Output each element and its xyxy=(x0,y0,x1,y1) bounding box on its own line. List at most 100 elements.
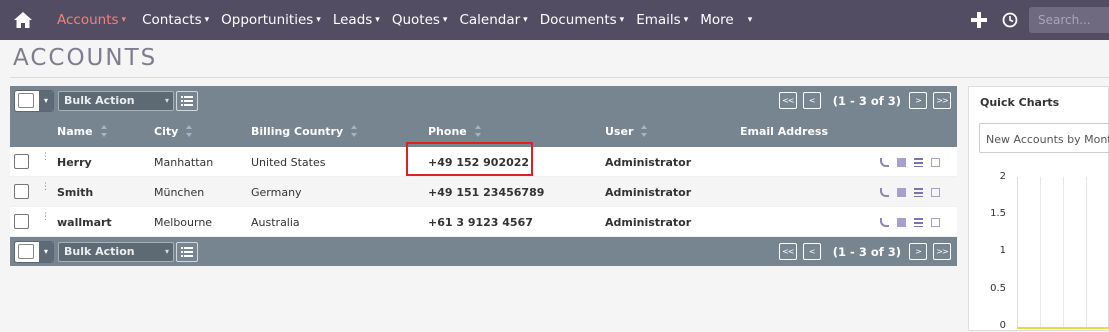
select-all-checkbox[interactable] xyxy=(18,93,34,108)
sort-icon[interactable] xyxy=(641,125,648,137)
nav-right: Search... xyxy=(971,0,1109,40)
account-name-link[interactable]: wallmart xyxy=(57,207,112,237)
grid-line xyxy=(1086,177,1087,327)
column-chooser-button[interactable] xyxy=(176,90,198,111)
city-cell: Manhattan xyxy=(154,155,214,169)
column-header-city[interactable]: City xyxy=(154,115,193,147)
row-actions-grip-icon[interactable]: ⋮ xyxy=(41,213,50,227)
task-list-icon[interactable] xyxy=(914,187,923,197)
divider xyxy=(10,77,1109,78)
last-page-button[interactable]: >> xyxy=(933,92,951,109)
first-page-button[interactable]: << xyxy=(778,92,797,109)
phone-link[interactable]: +61 3 9123 4567 xyxy=(428,207,533,237)
chevron-down-icon[interactable]: ▾ xyxy=(39,90,53,111)
account-name-link[interactable]: Smith xyxy=(57,177,93,207)
chart-series-line xyxy=(1017,327,1109,329)
account-name-link[interactable]: Herry xyxy=(57,147,92,177)
sort-icon[interactable] xyxy=(351,125,358,137)
nav-opportunities[interactable]: Opportunities ▾ xyxy=(215,0,327,40)
city-cell: Melbourne xyxy=(154,215,213,229)
nav-label: Leads xyxy=(332,12,373,28)
country-cell: Germany xyxy=(251,185,302,199)
phone-icon[interactable] xyxy=(880,217,889,227)
calendar-icon[interactable] xyxy=(897,187,906,197)
select-all-dropdown[interactable]: ▾ xyxy=(14,89,54,112)
first-page-button[interactable]: << xyxy=(778,243,797,260)
column-header-name[interactable]: Name xyxy=(57,115,108,147)
caret-down-icon: ▾ xyxy=(164,96,169,105)
quick-chart: 2 1.5 1 0.5 0 xyxy=(969,167,1109,332)
calendar-icon[interactable] xyxy=(897,157,906,167)
country-cell: United States xyxy=(251,155,326,169)
row-checkbox[interactable] xyxy=(14,154,29,169)
nav-emails[interactable]: Emails ▾ xyxy=(630,0,694,40)
column-header-billing-country[interactable]: Billing Country xyxy=(251,115,358,147)
chart-plot-area xyxy=(1017,177,1109,327)
nav-leads[interactable]: Leads ▾ xyxy=(327,0,386,40)
chevron-down-icon[interactable]: ▾ xyxy=(39,241,53,262)
select-all-checkbox[interactable] xyxy=(18,244,34,259)
home-icon[interactable] xyxy=(0,0,46,40)
y-tick-label: 1 xyxy=(999,245,1006,256)
nav-documents[interactable]: Documents ▾ xyxy=(534,0,631,40)
sort-icon[interactable] xyxy=(474,125,482,137)
select-all-dropdown[interactable]: ▾ xyxy=(14,240,54,263)
prev-page-button[interactable]: < xyxy=(802,92,821,109)
chart-select[interactable]: New Accounts by Month xyxy=(979,123,1109,153)
next-page-button[interactable]: > xyxy=(909,243,927,260)
history-icon[interactable] xyxy=(1001,11,1019,29)
user-link[interactable]: Administrator xyxy=(605,207,691,237)
row-actions-grip-icon[interactable]: ⋮ xyxy=(41,153,50,167)
grid-line xyxy=(1040,177,1041,327)
nav-accounts[interactable]: Accounts ▾ xyxy=(51,0,132,40)
user-link[interactable]: Administrator xyxy=(605,147,691,177)
caret-down-icon: ▾ xyxy=(121,15,127,25)
list-icon xyxy=(181,95,193,106)
create-plus-icon[interactable] xyxy=(971,12,987,28)
caret-down-icon: ▾ xyxy=(164,247,169,256)
nav-contacts[interactable]: Contacts ▾ xyxy=(136,0,215,40)
caret-down-icon: ▾ xyxy=(375,15,380,25)
caret-down-icon: ▾ xyxy=(523,15,528,25)
task-list-icon[interactable] xyxy=(914,157,923,167)
prev-page-button[interactable]: < xyxy=(802,243,821,260)
column-header-user[interactable]: User xyxy=(605,115,648,147)
bulk-action-button[interactable]: Bulk Action ▾ xyxy=(58,90,174,111)
phone-icon[interactable] xyxy=(880,157,889,167)
pagination: << < (1 - 3 of 3) > >> xyxy=(773,237,951,266)
row-actions-grip-icon[interactable]: ⋮ xyxy=(41,183,50,197)
caret-down-icon: ▾ xyxy=(683,15,689,25)
nav-label: Contacts xyxy=(142,12,202,28)
nav-quotes[interactable]: Quotes ▾ xyxy=(386,0,454,40)
last-page-button[interactable]: >> xyxy=(933,243,951,260)
row-checkbox[interactable] xyxy=(14,214,29,229)
calendar-icon[interactable] xyxy=(897,217,906,227)
page-title: ACCOUNTS xyxy=(13,45,158,71)
nav-label: Accounts xyxy=(57,12,119,28)
next-page-button[interactable]: > xyxy=(909,92,927,109)
email-icon[interactable] xyxy=(931,187,940,197)
table-row: ⋮ wallmart Melbourne Australia +61 3 912… xyxy=(10,207,957,237)
email-icon[interactable] xyxy=(931,157,940,167)
phone-icon[interactable] xyxy=(880,187,889,197)
task-list-icon[interactable] xyxy=(914,217,923,227)
bulk-action-label: Bulk Action xyxy=(64,94,135,107)
column-chooser-button[interactable] xyxy=(176,241,198,262)
nav-more[interactable]: More ▾ xyxy=(694,0,758,40)
nav-calendar[interactable]: Calendar ▾ xyxy=(453,0,533,40)
sort-icon[interactable] xyxy=(100,125,108,137)
city-cell: München xyxy=(154,185,205,199)
nav-label: Emails xyxy=(636,12,681,28)
bulk-action-button[interactable]: Bulk Action ▾ xyxy=(58,241,174,262)
row-checkbox[interactable] xyxy=(14,184,29,199)
phone-link[interactable]: +49 151 23456789 xyxy=(428,177,544,207)
caret-down-icon: ▾ xyxy=(747,15,753,25)
search-input[interactable]: Search... xyxy=(1029,7,1109,33)
column-header-email: Email Address xyxy=(740,124,829,138)
email-icon[interactable] xyxy=(931,217,940,227)
caret-down-icon: ▾ xyxy=(442,15,448,25)
accounts-list: ▾ Bulk Action ▾ << < (1 - 3 of 3) > >> Na… xyxy=(10,86,957,266)
user-link[interactable]: Administrator xyxy=(605,177,691,207)
nav-label: Quotes xyxy=(391,12,440,28)
sort-icon[interactable] xyxy=(186,125,193,137)
